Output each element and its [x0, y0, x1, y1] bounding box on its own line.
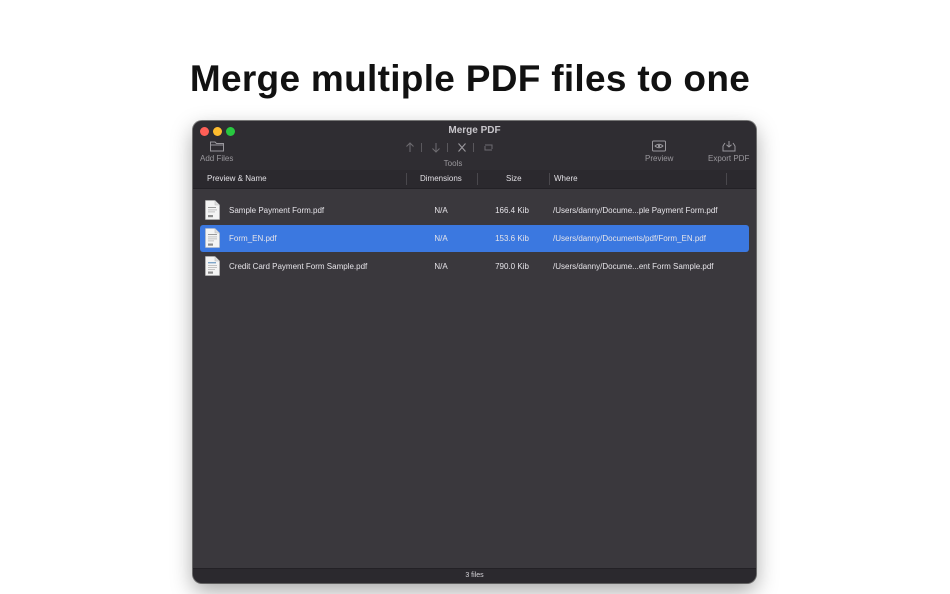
tools-group: Tools	[403, 140, 503, 168]
column-separator[interactable]	[477, 173, 478, 185]
status-bar: 3 files	[193, 568, 756, 583]
file-dimensions: N/A	[434, 206, 448, 215]
file-name: Form_EN.pdf	[229, 234, 277, 243]
file-row-selected[interactable]: Form_EN.pdf N/A 153.6 Kib /Users/danny/D…	[200, 225, 749, 252]
pdf-thumbnail-icon	[205, 228, 220, 248]
titlebar: Merge PDF Add Files Tools Preview Export…	[193, 121, 756, 170]
eye-icon	[652, 140, 667, 152]
pdf-thumbnail-icon	[205, 256, 220, 276]
folder-icon	[209, 141, 224, 152]
tool-separator	[447, 143, 448, 152]
remove-icon[interactable]	[457, 142, 467, 153]
add-files-label: Add Files	[200, 154, 234, 163]
file-size: 166.4 Kib	[495, 206, 529, 215]
tools-label: Tools	[443, 159, 463, 168]
export-pdf-label: Export PDF	[708, 154, 750, 163]
file-dimensions: N/A	[434, 234, 448, 243]
column-separator[interactable]	[726, 173, 727, 185]
file-dimensions: N/A	[434, 262, 448, 271]
file-row[interactable]: Credit Card Payment Form Sample.pdf N/A …	[200, 253, 749, 280]
tool-separator	[421, 143, 422, 152]
column-separator[interactable]	[406, 173, 407, 185]
pdf-thumbnail-icon	[205, 200, 220, 220]
preview-button[interactable]: Preview	[645, 140, 673, 163]
file-name: Sample Payment Form.pdf	[229, 206, 325, 215]
preview-label: Preview	[645, 154, 674, 163]
export-pdf-button[interactable]: Export PDF	[708, 140, 749, 163]
file-path: /Users/danny/Docume...ple Payment Form.p…	[553, 206, 718, 215]
file-path: /Users/danny/Documents/pdf/Form_EN.pdf	[553, 234, 706, 243]
column-separator[interactable]	[549, 173, 550, 185]
file-size: 790.0 Kib	[495, 262, 529, 271]
replace-icon[interactable]	[483, 142, 494, 153]
file-row[interactable]: Sample Payment Form.pdf N/A 166.4 Kib /U…	[200, 197, 749, 224]
add-files-button[interactable]: Add Files	[200, 140, 233, 163]
column-header-name[interactable]: Preview & Name	[207, 170, 267, 188]
move-down-icon[interactable]	[431, 142, 441, 153]
export-icon	[722, 141, 736, 152]
table-header: Preview & Name Dimensions Size Where	[193, 170, 756, 189]
page-headline: Merge multiple PDF files to one	[189, 58, 751, 99]
column-header-size[interactable]: Size	[506, 170, 522, 188]
window-title: Merge PDF	[448, 125, 501, 136]
column-header-dimensions[interactable]: Dimensions	[420, 170, 462, 188]
file-size: 153.6 Kib	[495, 234, 529, 243]
column-header-where[interactable]: Where	[554, 170, 578, 188]
merge-pdf-window: Merge PDF Add Files Tools Preview Export…	[193, 121, 756, 583]
file-path: /Users/danny/Docume...ent Form Sample.pd…	[553, 262, 714, 271]
tool-separator	[473, 143, 474, 152]
move-up-icon[interactable]	[405, 142, 415, 153]
file-name: Credit Card Payment Form Sample.pdf	[229, 262, 368, 271]
